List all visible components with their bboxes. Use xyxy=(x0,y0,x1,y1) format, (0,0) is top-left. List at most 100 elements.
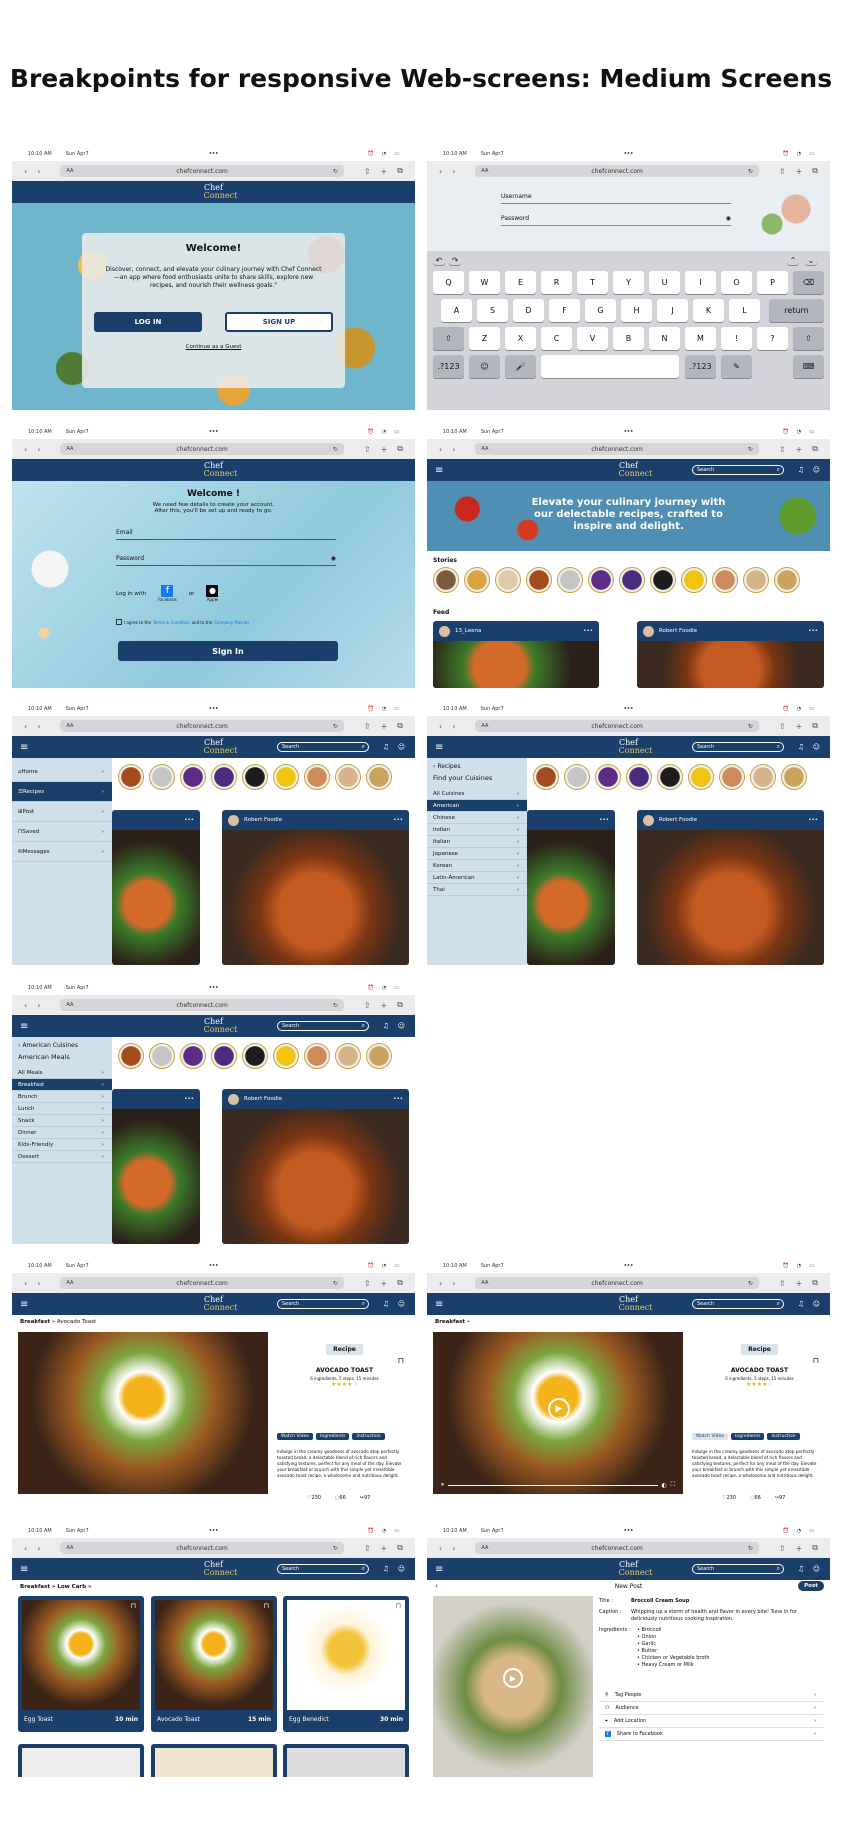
url-bar[interactable]: AA chefconnect.com ↻ xyxy=(475,720,759,732)
bell-icon[interactable]: ♫ xyxy=(798,743,804,751)
post-button[interactable]: Post xyxy=(798,1581,824,1591)
key-u[interactable]: U xyxy=(649,271,680,294)
back-icon[interactable]: ‹ xyxy=(24,167,27,176)
url-bar[interactable]: AA chefconnect.com ↻ xyxy=(475,443,759,455)
forward-icon[interactable]: › xyxy=(37,1001,40,1010)
key-h[interactable]: H xyxy=(621,299,652,322)
story-avatar[interactable] xyxy=(149,1043,175,1069)
story-avatar[interactable] xyxy=(242,764,268,790)
key-i[interactable]: I xyxy=(685,271,716,294)
breadcrumb-item[interactable]: Breakfast xyxy=(435,1319,465,1325)
menu-icon[interactable]: ≡ xyxy=(20,1564,28,1575)
forward-icon[interactable]: › xyxy=(37,722,40,731)
shift-key[interactable]: ⇧ xyxy=(793,327,824,350)
cuisine-item[interactable]: Korean › xyxy=(427,860,527,872)
menu-icon[interactable]: ≡ xyxy=(20,742,28,753)
key-d[interactable]: D xyxy=(513,299,544,322)
bell-icon[interactable]: ♫ xyxy=(383,1565,389,1573)
feed-card[interactable]: ••• xyxy=(112,1089,200,1244)
story-avatar[interactable] xyxy=(211,764,237,790)
menu-icon[interactable]: ≡ xyxy=(20,1299,28,1310)
cuisine-item[interactable]: Latin-American › xyxy=(427,872,527,884)
video-controls[interactable]: ⏸ ◐ ⛶ xyxy=(441,1481,675,1489)
story-avatar[interactable] xyxy=(619,567,645,593)
story-avatar[interactable] xyxy=(366,764,392,790)
back-to-recipes[interactable]: ‹ Recipes xyxy=(427,758,527,772)
meal-item[interactable]: Lunch › xyxy=(12,1103,112,1115)
bell-icon[interactable]: ♫ xyxy=(383,1022,389,1030)
key-g[interactable]: G xyxy=(585,299,616,322)
post-option[interactable]: ⚲ Tag People › xyxy=(599,1689,824,1702)
signup-button[interactable]: SIGN UP xyxy=(225,312,333,332)
menu-icon[interactable]: ≡ xyxy=(435,465,443,476)
key-V[interactable]: V xyxy=(577,327,608,350)
feed-card[interactable]: Robert Foodie ••• xyxy=(637,810,824,965)
up-key[interactable]: ⌃ xyxy=(787,255,799,265)
fullscreen-icon[interactable]: ⛶ xyxy=(671,1481,675,1489)
story-avatar[interactable] xyxy=(149,764,175,790)
story-avatar[interactable] xyxy=(595,764,621,790)
search-input[interactable]: Search ⌕ xyxy=(277,1299,369,1309)
story-avatar[interactable] xyxy=(180,1043,206,1069)
back-icon[interactable]: ‹ xyxy=(439,1279,442,1288)
recipe-card[interactable] xyxy=(18,1744,144,1777)
search-input[interactable]: Search ⌕ xyxy=(692,1299,784,1309)
key-a[interactable]: A xyxy=(441,299,472,322)
tab-watch-video[interactable]: Watch Video xyxy=(277,1433,314,1440)
story-avatar[interactable] xyxy=(335,764,361,790)
user-icon[interactable]: ☺ xyxy=(398,1565,405,1573)
password-field[interactable]: Password ◉ xyxy=(501,215,731,226)
recipe-card[interactable] xyxy=(283,1744,409,1777)
story-avatar[interactable] xyxy=(433,567,459,593)
user-icon[interactable]: ☺ xyxy=(398,1300,405,1308)
story-avatar[interactable] xyxy=(335,1043,361,1069)
story-avatar[interactable] xyxy=(743,567,769,593)
story-avatar[interactable] xyxy=(533,764,559,790)
menu-icon[interactable]: ≡ xyxy=(435,1299,443,1310)
key-s[interactable]: S xyxy=(477,299,508,322)
breadcrumb-item[interactable]: Avocado Toast xyxy=(57,1319,96,1325)
tab-ingredients[interactable]: Ingredients xyxy=(731,1433,765,1440)
feed-card[interactable]: ••• xyxy=(527,810,615,965)
story-avatar[interactable] xyxy=(118,1043,144,1069)
reload-icon[interactable]: ↻ xyxy=(333,168,338,175)
cuisine-item[interactable]: Japanese › xyxy=(427,848,527,860)
bookmark-icon[interactable]: ⊓ xyxy=(396,1602,401,1610)
comment-button[interactable]: ◌66 xyxy=(750,1495,761,1501)
recipe-video[interactable]: ▶ ⏸ ◐ ⛶ xyxy=(433,1332,683,1494)
meal-item[interactable]: All Meals › xyxy=(12,1067,112,1079)
forward-icon[interactable]: › xyxy=(452,1279,455,1288)
story-avatar[interactable] xyxy=(304,764,330,790)
key-C[interactable]: C xyxy=(541,327,572,350)
post-option[interactable]: ⚇ Audience › xyxy=(599,1702,824,1715)
story-avatar[interactable] xyxy=(564,764,590,790)
user-icon[interactable]: ☺ xyxy=(813,466,820,474)
volume-icon[interactable]: ◐ xyxy=(662,1482,667,1489)
key-M[interactable]: M xyxy=(685,327,716,350)
menu-icon[interactable]: ≡ xyxy=(435,742,443,753)
search-icon[interactable]: ⌕ xyxy=(777,466,780,474)
email-field[interactable]: Email xyxy=(116,529,336,540)
agree-checkbox[interactable] xyxy=(116,619,122,625)
key-![interactable]: ! xyxy=(721,327,752,350)
share-button[interactable]: ↪97 xyxy=(775,1495,786,1501)
bookmark-icon[interactable]: ⊓ xyxy=(813,1356,819,1365)
forward-icon[interactable]: › xyxy=(37,1279,40,1288)
signin-button[interactable]: Sign In xyxy=(118,641,338,661)
story-avatar[interactable] xyxy=(273,764,299,790)
back-icon[interactable]: ‹ xyxy=(24,445,27,454)
url-bar[interactable]: AA chefconnect.com ↻ xyxy=(60,720,344,732)
recipe-card[interactable]: Egg Toast 10 min ⊓ xyxy=(18,1596,144,1732)
back-icon[interactable]: ‹ xyxy=(24,1279,27,1288)
scribble-key[interactable]: ✎ xyxy=(721,355,752,378)
redo-key[interactable]: ↷ xyxy=(449,255,461,265)
story-avatar[interactable] xyxy=(304,1043,330,1069)
key-X[interactable]: X xyxy=(505,327,536,350)
story-avatar[interactable] xyxy=(211,1043,237,1069)
login-button[interactable]: LOG IN xyxy=(94,312,202,332)
recipe-card[interactable]: Egg Benedict 30 min ⊓ xyxy=(283,1596,409,1732)
backspace-key[interactable]: ⌫ xyxy=(793,271,824,294)
feed-card[interactable]: Robert Foodie ••• xyxy=(637,621,824,688)
more-icon[interactable]: ••• xyxy=(808,628,818,634)
mic-key[interactable]: 🎤 xyxy=(505,355,536,378)
